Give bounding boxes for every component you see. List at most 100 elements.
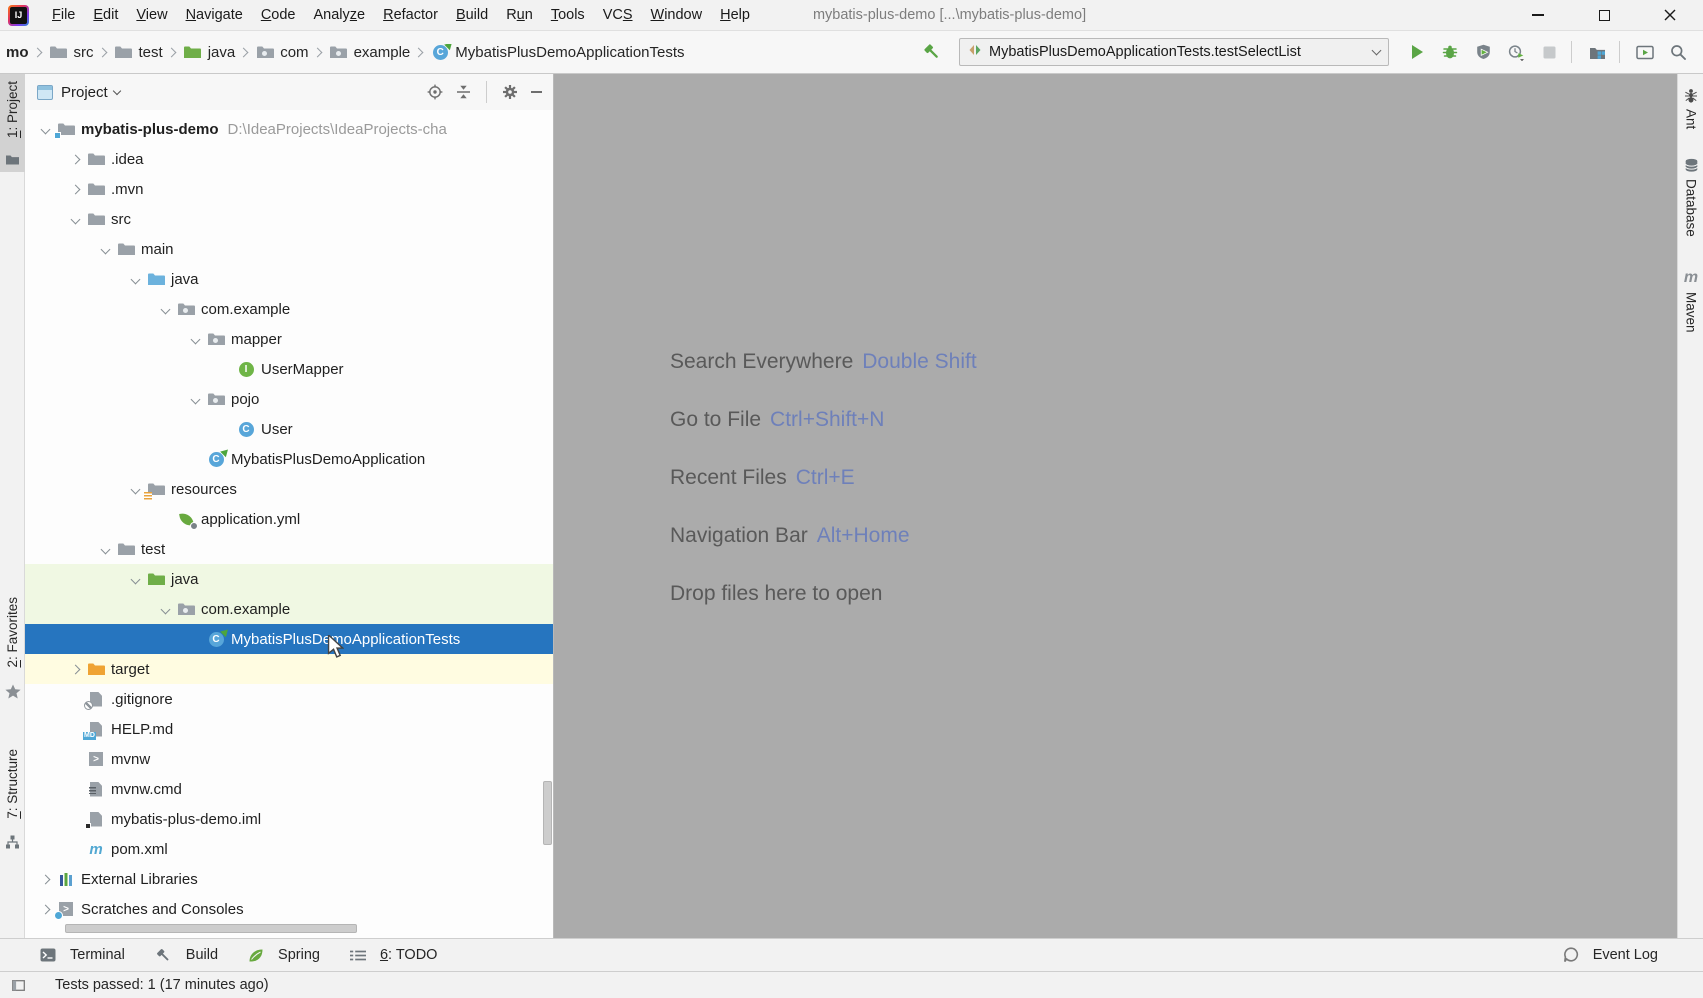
- breadcrumb-item[interactable]: src: [49, 44, 94, 61]
- collapse-all-button[interactable]: [456, 85, 471, 99]
- menu-edit[interactable]: Edit: [84, 3, 127, 27]
- menu-file[interactable]: File: [43, 3, 84, 27]
- breadcrumb-item[interactable]: test: [114, 44, 163, 61]
- tree-row[interactable]: >Scratches and Consoles: [25, 894, 553, 924]
- horizontal-scrollbar[interactable]: [65, 924, 357, 933]
- menu-refactor[interactable]: Refactor: [374, 3, 447, 27]
- tree-row[interactable]: MDHELP.md: [25, 714, 553, 744]
- tree-row[interactable]: mapper: [25, 324, 553, 354]
- tree-expand-chevron-icon[interactable]: [64, 156, 86, 163]
- tree-collapse-chevron-icon[interactable]: [184, 396, 206, 403]
- tree-row[interactable]: pojo: [25, 384, 553, 414]
- toolwindow-tab-maven[interactable]: mMaven: [1678, 270, 1703, 333]
- breadcrumb-item[interactable]: mo: [6, 44, 29, 61]
- menu-build[interactable]: Build: [447, 3, 497, 27]
- tree-row[interactable]: com.example: [25, 294, 553, 324]
- tree-row[interactable]: mybatis-plus-demo.iml: [25, 804, 553, 834]
- chevron-down-icon[interactable]: [112, 86, 120, 94]
- tree-collapse-chevron-icon[interactable]: [154, 306, 176, 313]
- tree-row[interactable]: External Libraries: [25, 864, 553, 894]
- toolwindow-button-build[interactable]: Build: [155, 947, 218, 964]
- maximize-button[interactable]: [1571, 0, 1637, 30]
- menu-window[interactable]: Window: [642, 3, 712, 27]
- toolwindow-tab-structure[interactable]: 7: Structure: [0, 742, 25, 856]
- folder-test-icon: [183, 44, 203, 61]
- tree-row[interactable]: test: [25, 534, 553, 564]
- locate-button[interactable]: [427, 84, 443, 100]
- menu-vcs[interactable]: VCS: [594, 3, 642, 27]
- toolwindow-toggle-icon[interactable]: [12, 980, 25, 991]
- tree-collapse-chevron-icon[interactable]: [124, 486, 146, 493]
- project-structure-button[interactable]: [1582, 38, 1612, 66]
- tree-collapse-chevron-icon[interactable]: [184, 336, 206, 343]
- tree-row[interactable]: resources: [25, 474, 553, 504]
- tree-collapse-chevron-icon[interactable]: [94, 246, 116, 253]
- menu-run[interactable]: Run: [497, 3, 542, 27]
- tree-collapse-chevron-icon[interactable]: [94, 546, 116, 553]
- tree-row[interactable]: IUserMapper: [25, 354, 553, 384]
- project-view-icon: [37, 85, 53, 100]
- tree-expand-chevron-icon[interactable]: [34, 876, 56, 883]
- tree-row[interactable]: application.yml: [25, 504, 553, 534]
- tree-row[interactable]: CMybatisPlusDemoApplicationTests: [25, 624, 553, 654]
- toolwindow-tab-ant[interactable]: Ant: [1678, 88, 1703, 129]
- tree-row[interactable]: mvnw.cmd: [25, 774, 553, 804]
- tree-row[interactable]: mybatis-plus-demoD:\IdeaProjects\IdeaPro…: [25, 114, 553, 144]
- tree-collapse-chevron-icon[interactable]: [154, 606, 176, 613]
- tree-collapse-chevron-icon[interactable]: [34, 126, 56, 133]
- breadcrumb-item[interactable]: CMybatisPlusDemoApplicationTests: [430, 44, 684, 61]
- run-button[interactable]: [1402, 38, 1432, 66]
- close-button[interactable]: [1637, 0, 1703, 30]
- tree-row[interactable]: java: [25, 564, 553, 594]
- tree-collapse-chevron-icon[interactable]: [64, 216, 86, 223]
- tree-expand-chevron-icon[interactable]: [34, 906, 56, 913]
- build-hammer-button[interactable]: [917, 38, 947, 66]
- tree-row[interactable]: >mvnw: [25, 744, 553, 774]
- tree-row[interactable]: main: [25, 234, 553, 264]
- tree-row[interactable]: target: [25, 654, 553, 684]
- toolwindow-button-event-log[interactable]: Event Log: [1563, 947, 1658, 963]
- toolwindow-button-terminal[interactable]: Terminal: [40, 947, 125, 963]
- tree-row[interactable]: mpom.xml: [25, 834, 553, 864]
- run-anything-button[interactable]: [1630, 38, 1660, 66]
- tree-row[interactable]: CUser: [25, 414, 553, 444]
- toolwindow-tab-project[interactable]: 1: Project: [0, 74, 25, 172]
- coverage-button[interactable]: [1468, 38, 1498, 66]
- search-button[interactable]: [1663, 38, 1693, 66]
- tree-expand-chevron-icon[interactable]: [64, 186, 86, 193]
- tree-collapse-chevron-icon[interactable]: [124, 276, 146, 283]
- menu-navigate[interactable]: Navigate: [177, 3, 252, 27]
- breadcrumb-item[interactable]: java: [183, 44, 236, 61]
- tree-row[interactable]: .idea: [25, 144, 553, 174]
- hide-button[interactable]: [531, 90, 543, 94]
- settings-button[interactable]: [502, 84, 518, 100]
- tree-expand-chevron-icon[interactable]: [64, 666, 86, 673]
- tree-collapse-chevron-icon[interactable]: [124, 576, 146, 583]
- tree-row[interactable]: .mvn: [25, 174, 553, 204]
- profiler-button[interactable]: [1501, 38, 1531, 66]
- toolwindow-button-spring[interactable]: Spring: [248, 947, 320, 963]
- tree-row[interactable]: src: [25, 204, 553, 234]
- run-configuration-select[interactable]: MybatisPlusDemoApplicationTests.testSele…: [959, 38, 1389, 66]
- tree-row[interactable]: .gitignore: [25, 684, 553, 714]
- vertical-scrollbar[interactable]: [543, 781, 552, 845]
- tree-row[interactable]: CMybatisPlusDemoApplication: [25, 444, 553, 474]
- editor-area[interactable]: Search EverywhereDouble ShiftGo to FileC…: [554, 74, 1677, 938]
- debug-button[interactable]: [1435, 38, 1465, 66]
- project-panel-title[interactable]: Project: [61, 84, 108, 101]
- menu-analyze[interactable]: Analyze: [305, 3, 375, 27]
- minimize-button[interactable]: [1505, 0, 1571, 30]
- menu-help[interactable]: Help: [711, 3, 759, 27]
- menu-tools[interactable]: Tools: [542, 3, 594, 27]
- breadcrumb-item[interactable]: com: [255, 44, 308, 61]
- toolwindow-tab-database[interactable]: Database: [1678, 158, 1703, 237]
- stop-button[interactable]: [1534, 38, 1564, 66]
- toolwindow-tab-favorites[interactable]: 2: Favorites: [0, 590, 25, 706]
- tree-row[interactable]: com.example: [25, 594, 553, 624]
- menu-code[interactable]: Code: [252, 3, 305, 27]
- toolwindow-button-todo[interactable]: 6: TODO: [350, 947, 438, 963]
- breadcrumb-item[interactable]: example: [329, 44, 411, 61]
- project-folder-icon: [56, 121, 76, 138]
- tree-row[interactable]: java: [25, 264, 553, 294]
- menu-view[interactable]: View: [127, 3, 176, 27]
